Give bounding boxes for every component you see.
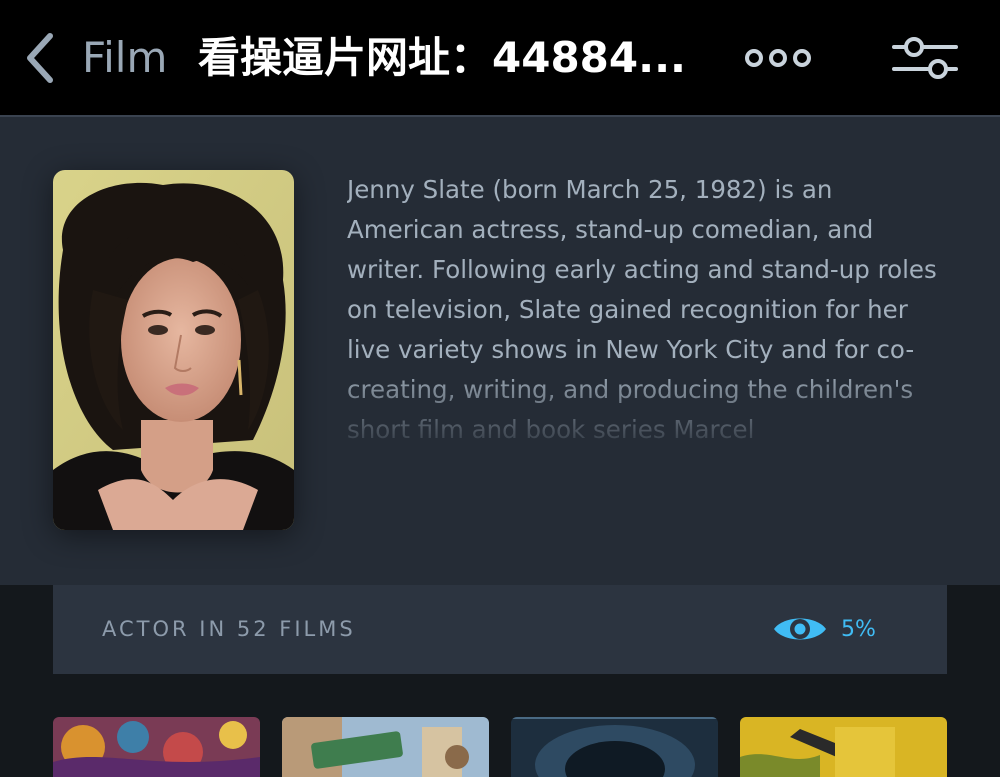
stats-bar: ACTOR IN 52 FILMS 5% [53,585,947,674]
poster-image [511,717,718,777]
film-poster[interactable] [53,717,260,777]
navigation-bar: Film 看操逼片网址：44884... [0,0,1000,115]
more-button[interactable] [742,42,814,74]
page-title: 看操逼片网址：44884... [198,33,686,82]
portrait-image [53,170,294,530]
actor-portrait[interactable] [53,170,294,530]
poster-image [282,717,489,777]
filter-sliders-icon [892,37,958,79]
back-button[interactable] [20,30,60,86]
more-dots-icon [745,49,811,67]
film-poster[interactable] [511,717,718,777]
poster-image [53,717,260,777]
watched-percentage: 5% [841,617,876,642]
films-count-label[interactable]: ACTOR IN 52 FILMS [102,585,356,674]
eye-icon[interactable] [772,611,828,647]
film-poster[interactable] [740,717,947,777]
chevron-left-icon [27,33,53,83]
filter-button[interactable] [888,30,962,86]
actor-bio[interactable]: Jenny Slate (born March 25, 1982) is an … [347,170,947,448]
divider [0,115,1000,117]
back-label[interactable]: Film [82,32,167,84]
film-poster[interactable] [282,717,489,777]
poster-image [740,717,947,777]
